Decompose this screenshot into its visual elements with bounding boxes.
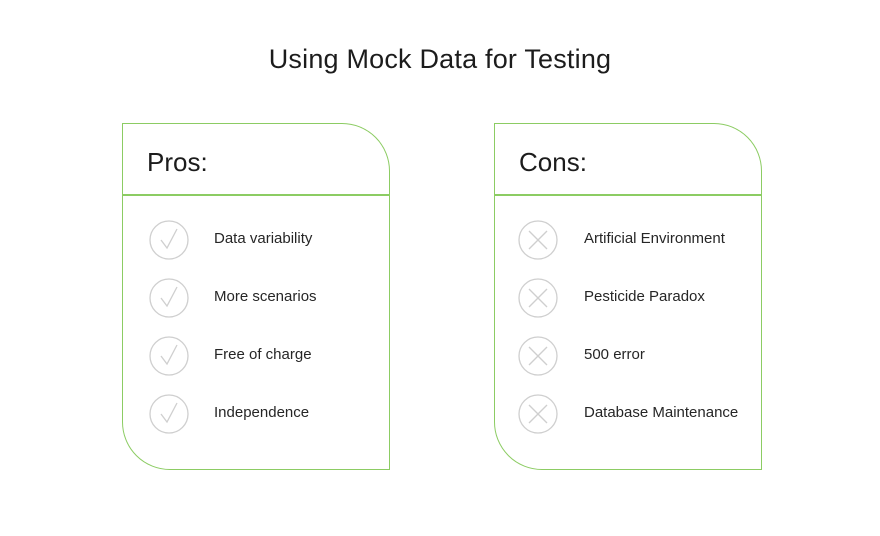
pros-list-item: Independence xyxy=(149,394,379,434)
cons-list-item: Artificial Environment xyxy=(518,220,748,260)
pros-list-item: Data variability xyxy=(149,220,379,260)
cons-card-title: Cons: xyxy=(519,147,587,177)
cross-icon xyxy=(518,336,558,376)
check-icon xyxy=(149,278,189,318)
page-title: Using Mock Data for Testing xyxy=(268,44,612,74)
cons-list-item: 500 error xyxy=(518,336,748,376)
pros-card: Pros: Data variability More scenarios Fr… xyxy=(122,123,390,470)
cons-list-item: Pesticide Paradox xyxy=(518,278,748,318)
pros-item-label: Independence xyxy=(214,404,310,421)
pros-card-title: Pros: xyxy=(147,147,208,177)
cross-icon xyxy=(518,278,558,318)
pros-list-item: Free of charge xyxy=(149,336,379,376)
pros-item-label: Data variability xyxy=(214,230,313,247)
cons-item-label: Pesticide Paradox xyxy=(584,288,705,305)
pros-item-label: Free of charge xyxy=(214,346,312,363)
cons-item-label: Database Maintenance xyxy=(584,404,739,421)
check-icon xyxy=(149,220,189,260)
pros-list-item: More scenarios xyxy=(149,278,379,318)
cross-icon xyxy=(518,394,558,434)
check-icon xyxy=(149,336,189,376)
cross-icon xyxy=(518,220,558,260)
cons-item-label: Artificial Environment xyxy=(584,230,725,247)
cons-list-item: Database Maintenance xyxy=(518,394,748,434)
check-icon xyxy=(149,394,189,434)
cons-card-header: Cons: xyxy=(495,124,761,196)
cons-card: Cons: Artificial Environment Pesticide P… xyxy=(494,123,762,470)
cons-item-label: 500 error xyxy=(584,346,645,363)
pros-card-header: Pros: xyxy=(123,124,389,196)
pros-item-label: More scenarios xyxy=(214,288,317,305)
